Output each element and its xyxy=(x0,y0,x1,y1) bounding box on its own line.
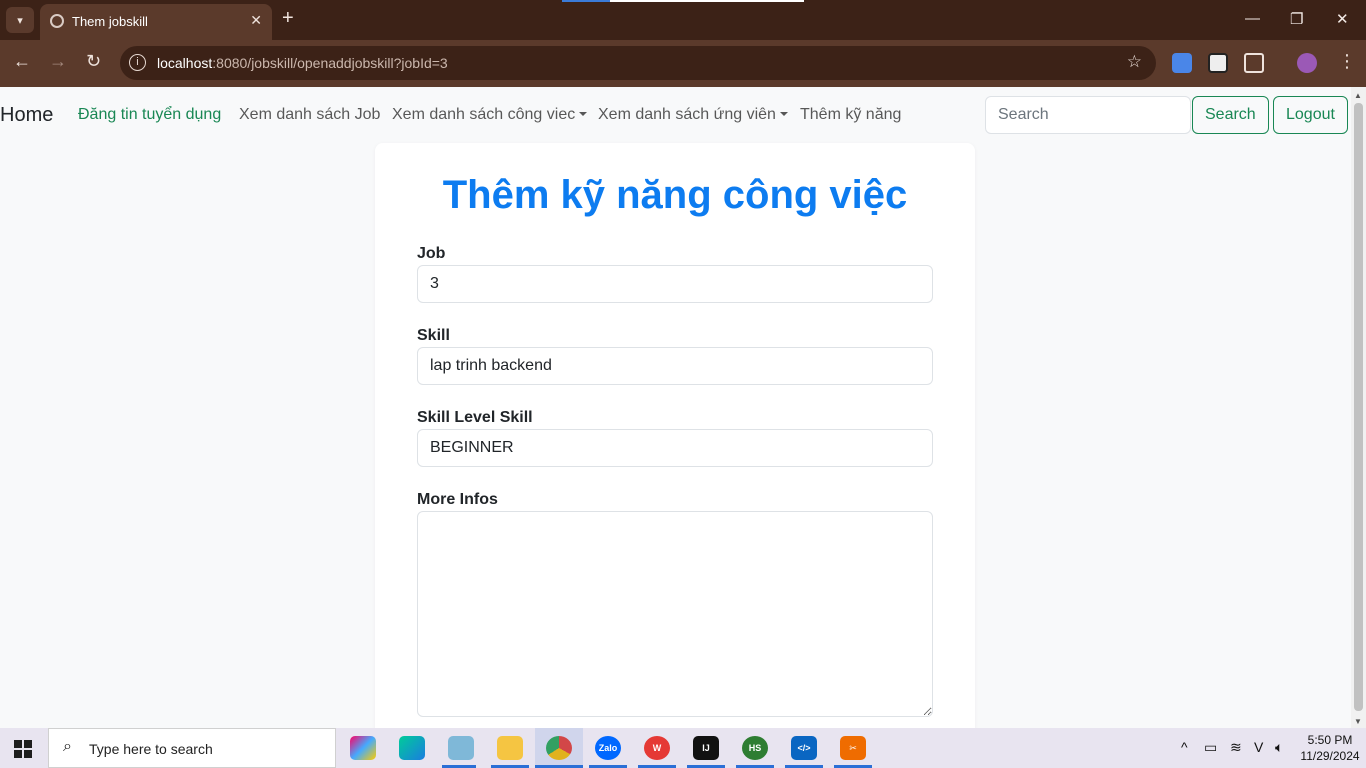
tab-title: Them jobskill xyxy=(72,14,148,29)
caret-down-icon xyxy=(579,112,588,116)
scroll-down-icon[interactable]: ▼ xyxy=(1354,717,1362,726)
skill-field[interactable] xyxy=(417,347,933,385)
extensions-puzzle-icon[interactable] xyxy=(1244,53,1264,73)
nav-link-add-skill[interactable]: Thêm kỹ năng xyxy=(800,106,901,124)
search-icon: ⌕ xyxy=(63,738,72,755)
file-explorer-icon[interactable] xyxy=(497,736,523,760)
browser-tab[interactable]: Them jobskill ✕ xyxy=(40,4,272,40)
input-method-icon[interactable]: V xyxy=(1254,739,1263,755)
nav-link-post-job[interactable]: Đăng tin tuyển dụng xyxy=(78,106,221,124)
more-infos-label: More Infos xyxy=(417,491,498,508)
caret-down-icon xyxy=(779,112,788,116)
profile-avatar-icon[interactable] xyxy=(1297,53,1317,73)
reload-icon[interactable]: ↻ xyxy=(86,51,101,72)
bookmark-star-icon[interactable]: ☆ xyxy=(1127,52,1142,72)
back-icon[interactable]: ← xyxy=(13,51,31,72)
job-label: Job xyxy=(417,245,446,262)
reader-extension-icon[interactable] xyxy=(1208,53,1228,73)
taskbar-search-text: Type here to search xyxy=(89,741,213,757)
url-text[interactable]: localhost:8080/jobskill/openaddjobskill?… xyxy=(157,55,448,71)
vscode-icon[interactable]: </> xyxy=(791,736,817,760)
snipping-tool-icon[interactable]: ✂ xyxy=(840,736,866,760)
search-button[interactable]: Search xyxy=(1192,96,1269,134)
chevron-up-icon[interactable]: ^ xyxy=(1181,739,1188,755)
site-info-icon[interactable]: i xyxy=(129,54,146,71)
address-toolbar: ← → ↻ i localhost:8080/jobskill/openaddj… xyxy=(0,40,1366,87)
form-card: Thêm kỹ năng công việc Job Skill Skill L… xyxy=(375,143,975,728)
restore-icon[interactable]: ❐ xyxy=(1290,10,1303,28)
nav-link-job-list[interactable]: Xem danh sách Job xyxy=(239,106,380,124)
more-infos-textarea[interactable] xyxy=(417,511,933,717)
tab-close-icon[interactable]: ✕ xyxy=(250,12,262,29)
taskbar-search-box[interactable]: ⌕ Type here to search xyxy=(48,728,336,768)
zalo-icon[interactable]: Zalo xyxy=(595,736,621,760)
new-tab-button[interactable]: + xyxy=(282,7,294,30)
tab-search-button[interactable]: ▾ xyxy=(6,7,34,33)
edge-icon[interactable] xyxy=(399,736,425,760)
minimize-icon[interactable]: — xyxy=(1245,10,1260,27)
windows-taskbar: ⌕ Type here to search Zalo W IJ HS </> ✂… xyxy=(0,728,1366,768)
skill-level-label: Skill Level Skill xyxy=(417,409,533,426)
close-window-icon[interactable]: ✕ xyxy=(1336,10,1349,28)
browser-menu-icon[interactable]: ⋮ xyxy=(1338,51,1356,72)
active-indicator xyxy=(535,728,583,768)
top-strip xyxy=(562,0,804,2)
forward-icon[interactable]: → xyxy=(49,51,67,72)
translate-extension-icon[interactable] xyxy=(1172,53,1192,73)
files-app-icon[interactable] xyxy=(448,736,474,760)
browser-titlebar: ▾ Them jobskill ✕ + — ❐ ✕ xyxy=(0,0,1366,40)
wps-icon[interactable]: W xyxy=(644,736,670,760)
skill-level-field[interactable] xyxy=(417,429,933,467)
scroll-up-icon[interactable]: ▲ xyxy=(1354,91,1362,100)
hs-app-icon[interactable]: HS xyxy=(742,736,768,760)
web-page: Home Đăng tin tuyển dụng Xem danh sách J… xyxy=(0,87,1351,728)
job-field[interactable] xyxy=(417,265,933,303)
battery-icon[interactable]: ▭ xyxy=(1204,739,1217,756)
scrollbar-thumb[interactable] xyxy=(1354,103,1363,711)
volume-icon[interactable]: 🔈︎ xyxy=(1275,739,1283,756)
globe-icon xyxy=(50,14,64,28)
clock-date: 11/29/2024 xyxy=(1300,749,1360,763)
clock-time: 5:50 PM xyxy=(1307,733,1353,747)
navbar-brand-home[interactable]: Home xyxy=(0,104,53,127)
intellij-icon[interactable]: IJ xyxy=(693,736,719,760)
skill-label: Skill xyxy=(417,327,450,344)
nav-dropdown-candidates[interactable]: Xem danh sách ứng viên xyxy=(598,106,788,124)
nav-dropdown-jobs[interactable]: Xem danh sách công viec xyxy=(392,106,588,124)
wifi-icon[interactable]: ≋ xyxy=(1230,739,1242,756)
url-bar[interactable]: i localhost:8080/jobskill/openaddjobskil… xyxy=(120,46,1156,80)
page-scrollbar[interactable]: ▲ ▼ xyxy=(1351,87,1366,728)
system-clock[interactable]: 5:50 PM 11/29/2024 xyxy=(1300,732,1360,764)
form-title: Thêm kỹ năng công việc xyxy=(442,173,908,217)
logout-button[interactable]: Logout xyxy=(1273,96,1348,134)
copilot-icon[interactable] xyxy=(350,736,376,760)
search-input[interactable] xyxy=(985,96,1191,134)
windows-start-icon[interactable] xyxy=(14,740,32,758)
